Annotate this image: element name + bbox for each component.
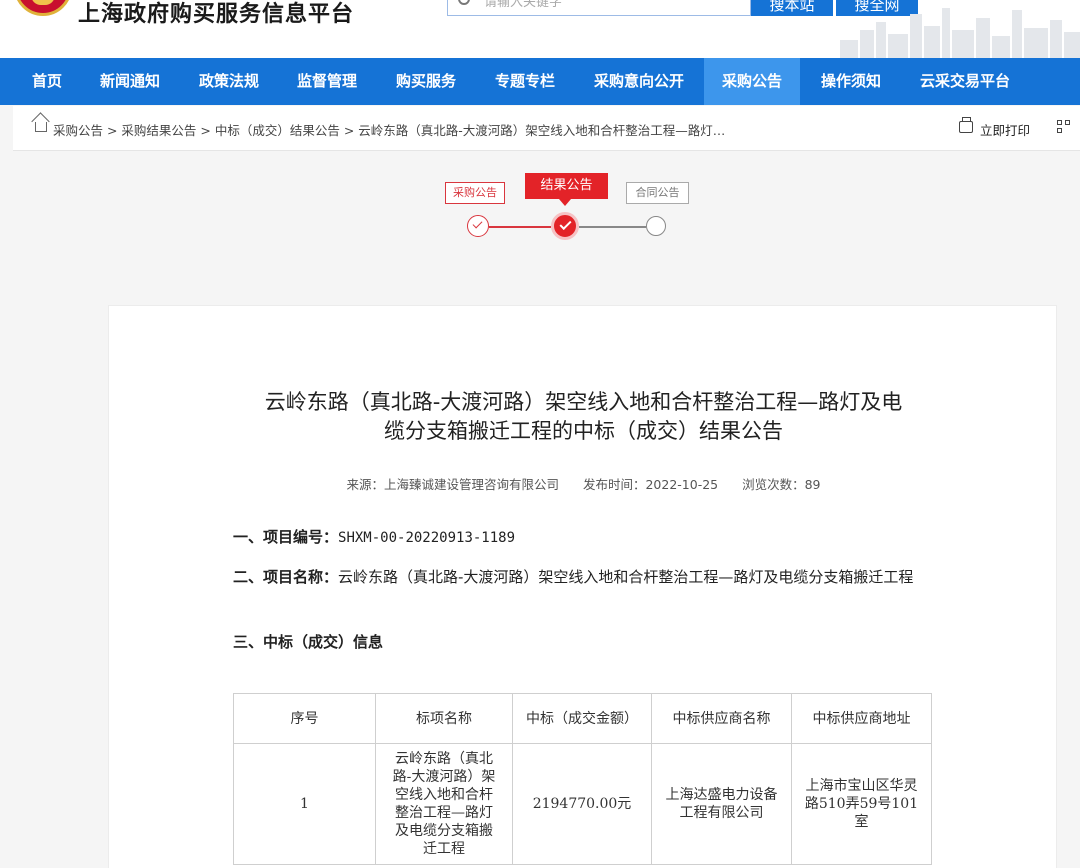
table-header-cell: 标项名称 <box>375 693 513 744</box>
table-cell: 2194770.00元 <box>512 743 652 865</box>
nav-item-intention[interactable]: 采购意向公开 <box>576 58 702 105</box>
nav-item-special[interactable]: 专题专栏 <box>477 58 573 105</box>
nav-item-procurement-notice[interactable]: 采购公告 <box>704 58 801 105</box>
print-button[interactable]: 立即打印 <box>980 120 1030 139</box>
search-site-button[interactable]: 搜本站 <box>751 0 833 16</box>
project-number-value: SHXM-00-20220913-1189 <box>338 530 516 546</box>
article-meta: 来源：上海臻诚建设管理咨询有限公司 发布时间：2022-10-25 浏览次数：8… <box>109 474 1058 493</box>
article-title: 云岭东路（真北路-大渡河路）架空线入地和合杆整治工程—路灯及电 缆分支箱搬迁工程… <box>109 388 1058 446</box>
step-contract-notice[interactable]: 合同公告 <box>626 182 689 204</box>
award-table: 序号 标项名称 中标（成交金额） 中标供应商名称 中标供应商地址 1 云岭东路（… <box>233 693 932 865</box>
nav-item-news[interactable]: 新闻通知 <box>82 58 178 105</box>
table-header-cell: 中标供应商名称 <box>651 693 792 744</box>
table-cell: 1 <box>233 743 376 865</box>
table-cell: 云岭东路（真北路-大渡河路）架空线入地和合杆整治工程—路灯及电缆分支箱搬迁工程 <box>375 743 513 865</box>
table-header-cell: 中标（成交金额） <box>512 693 652 744</box>
main-nav: 首页 新闻通知 政策法规 监督管理 购买服务 专题专栏 采购意向公开 采购公告 … <box>0 58 1080 105</box>
step-connector <box>489 226 551 228</box>
project-name-label: 二、项目名称： <box>233 568 339 586</box>
site-header: 上海政府购买服务信息平台 请输入关键字 搜本站 搜全网 <box>0 0 1080 58</box>
table-header-row: 序号 标项名称 中标（成交金额） 中标供应商名称 中标供应商地址 <box>233 693 932 744</box>
table-cell: 上海达盛电力设备工程有限公司 <box>651 743 792 865</box>
award-info-heading: 三、中标（成交）信息 <box>233 633 384 651</box>
step-procurement-notice[interactable]: 采购公告 <box>445 182 505 204</box>
government-emblem-icon[interactable] <box>14 0 72 16</box>
article-card: 云岭东路（真北路-大渡河路）架空线入地和合杆整治工程—路灯及电 缆分支箱搬迁工程… <box>108 305 1057 868</box>
nav-item-guide[interactable]: 操作须知 <box>803 58 899 105</box>
project-name: 二、项目名称：云岭东路（真北路-大渡河路）架空线入地和合杆整治工程—路灯及电缆分… <box>233 565 943 589</box>
table-row: 1 云岭东路（真北路-大渡河路）架空线入地和合杆整治工程—路灯及电缆分支箱搬迁工… <box>233 743 932 865</box>
site-title[interactable]: 上海政府购买服务信息平台 <box>78 0 354 28</box>
article-title-line: 云岭东路（真北路-大渡河路）架空线入地和合杆整治工程—路灯及电 <box>264 390 903 414</box>
article-title-line: 缆分支箱搬迁工程的中标（成交）结果公告 <box>384 419 783 443</box>
qrcode-icon[interactable] <box>1057 120 1071 134</box>
nav-item-supervision[interactable]: 监督管理 <box>279 58 375 105</box>
breadcrumb-text[interactable]: 采购公告 > 采购结果公告 > 中标（成交）结果公告 > 云岭东路（真北路-大渡… <box>53 120 725 139</box>
meta-source: 来源：上海臻诚建设管理咨询有限公司 <box>346 477 559 492</box>
home-icon[interactable] <box>35 122 47 132</box>
table-header-cell: 序号 <box>233 693 376 744</box>
meta-views: 浏览次数：89 <box>742 477 821 492</box>
nav-item-cloud-platform[interactable]: 云采交易平台 <box>902 58 1028 105</box>
project-name-value: 云岭东路（真北路-大渡河路）架空线入地和合杆整治工程—路灯及电缆分支箱搬迁工程 <box>338 568 914 586</box>
search-input[interactable]: 请输入关键字 <box>447 0 751 16</box>
search-placeholder: 请输入关键字 <box>484 0 563 10</box>
step2-check-icon <box>551 212 579 240</box>
meta-date: 发布时间：2022-10-25 <box>582 477 719 492</box>
project-number: 一、项目编号：SHXM-00-20220913-1189 <box>233 525 515 550</box>
nav-item-purchase-service[interactable]: 购买服务 <box>378 58 474 105</box>
table-cell: 上海市宝山区华灵路510弄59号101室 <box>791 743 932 865</box>
printer-icon[interactable] <box>959 117 973 133</box>
nav-item-policy[interactable]: 政策法规 <box>181 58 277 105</box>
skyline-decoration <box>840 8 1080 58</box>
breadcrumb: 采购公告 > 采购结果公告 > 中标（成交）结果公告 > 云岭东路（真北路-大渡… <box>13 106 1080 151</box>
nav-item-home[interactable]: 首页 <box>14 58 80 105</box>
step3-circle-icon <box>646 216 666 236</box>
step-connector <box>579 226 646 228</box>
table-header-cell: 中标供应商地址 <box>791 693 932 744</box>
step-result-notice[interactable]: 结果公告 <box>525 173 608 206</box>
project-number-label: 一、项目编号： <box>233 528 339 546</box>
search-icon <box>458 0 470 5</box>
step1-check-icon <box>467 215 489 237</box>
